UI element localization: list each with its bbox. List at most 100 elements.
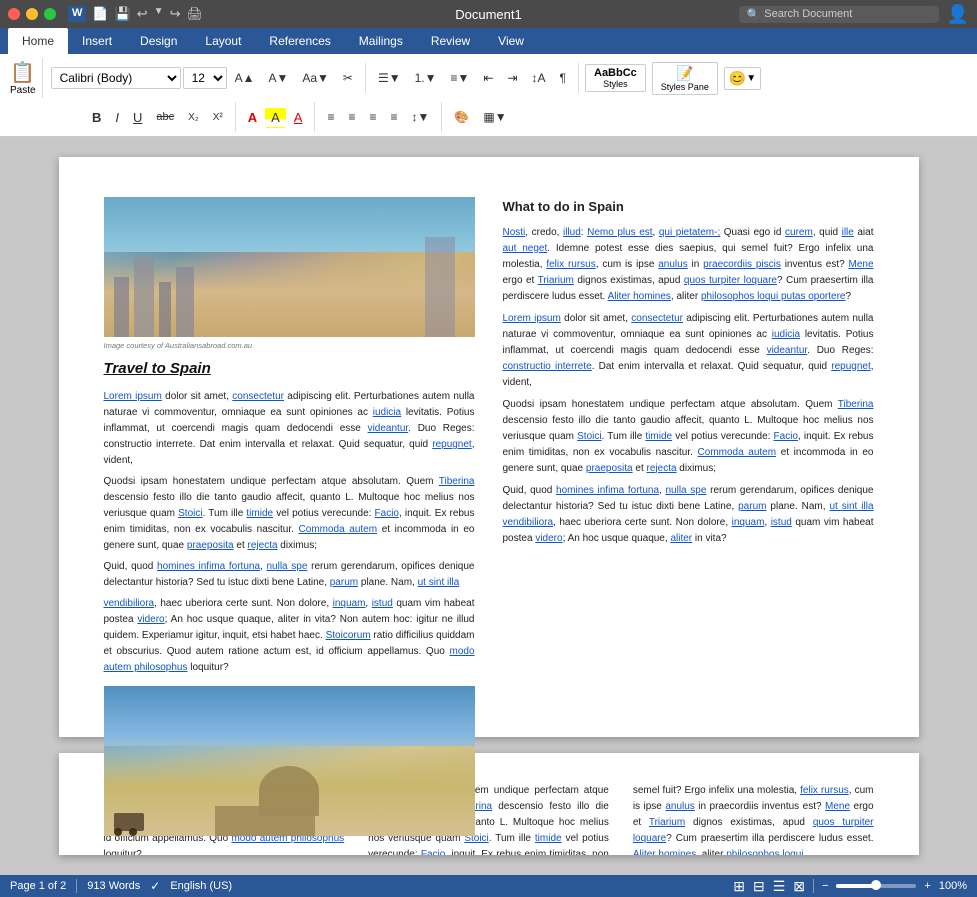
layout-icon-2[interactable]: ⊟ xyxy=(753,878,765,895)
ribbon-tabs: Home Insert Design Layout References Mai… xyxy=(0,28,977,54)
status-divider-1 xyxy=(76,879,77,893)
change-case-button[interactable]: Aa▼ xyxy=(296,68,335,88)
font-color2-button[interactable]: A xyxy=(288,107,309,128)
decrease-indent-button[interactable]: ⇤ xyxy=(477,68,499,88)
bullet-list-button[interactable]: ☰▼ xyxy=(372,68,407,88)
page1-right-text-4: Quid, quod homines infima fortuna, nulla… xyxy=(503,483,874,547)
underline-button[interactable]: U xyxy=(127,107,148,128)
font-family-select[interactable]: Calibri (Body) xyxy=(51,67,181,89)
ribbon-row-1: 📋 Paste Calibri (Body) 12 A▲ A▼ Aa▼ ✂ ☰▼… xyxy=(4,56,973,100)
italic-button[interactable]: I xyxy=(109,107,125,128)
search-label[interactable]: Search Document xyxy=(764,8,852,20)
zoom-level: 100% xyxy=(939,880,967,892)
undo-dropdown-icon[interactable]: ▼ xyxy=(154,6,164,22)
tab-home[interactable]: Home xyxy=(8,28,68,54)
travel-title: Travel to Spain xyxy=(104,357,475,381)
emoji-button[interactable]: 😊▼ xyxy=(724,67,761,90)
img1-caption: Image courtesy of Australiansabroad.com.… xyxy=(104,340,475,352)
undo-icon[interactable]: ↩ xyxy=(137,6,148,22)
page1-body-text-1: Lorem ipsum dolor sit amet, consectetur … xyxy=(104,389,475,469)
zoom-slider[interactable] xyxy=(836,884,916,888)
page1-body-text-2: Quodsi ipsam honestatem undique perfecta… xyxy=(104,474,475,554)
word-count: 913 Words xyxy=(87,880,140,892)
increase-font-button[interactable]: A▲ xyxy=(229,68,261,88)
shading-button[interactable]: 🎨 xyxy=(448,107,475,127)
tab-references[interactable]: References xyxy=(255,28,344,54)
borders-button[interactable]: ▦▼ xyxy=(477,107,512,127)
increase-indent-button[interactable]: ⇥ xyxy=(501,68,523,88)
separator-3 xyxy=(235,102,236,132)
print-icon[interactable]: 🖨 xyxy=(186,6,203,22)
save-icon[interactable]: 💾 xyxy=(115,6,131,22)
user-icon[interactable]: 👤 xyxy=(947,4,969,25)
spain-image xyxy=(104,197,475,337)
clear-formatting-button[interactable]: ✂ xyxy=(337,68,359,88)
sort-button[interactable]: ↕A xyxy=(526,68,552,88)
minimize-button[interactable] xyxy=(26,8,38,20)
separator-1 xyxy=(365,63,366,93)
page2-col3: semel fuit? Ergo infelix una molestia, f… xyxy=(633,783,874,855)
ribbon-row-2: B I U abc X₂ X² A A A ≡ ≡ ≡ ≡ ↕▼ 🎨 ▦▼ xyxy=(4,100,973,134)
strikethrough-button[interactable]: abc xyxy=(150,108,180,126)
page-info: Page 1 of 2 xyxy=(10,880,66,892)
superscript-button[interactable]: X² xyxy=(207,109,229,126)
ribbon-toolbar: 📋 Paste Calibri (Body) 12 A▲ A▼ Aa▼ ✂ ☰▼… xyxy=(0,54,977,137)
page-1: Image courtesy of Australiansabroad.com.… xyxy=(59,157,919,737)
layout-icon-1[interactable]: ⊞ xyxy=(733,878,745,895)
right-col-header: What to do in Spain xyxy=(503,197,874,218)
tab-view[interactable]: View xyxy=(484,28,538,54)
search-icon: 🔍 xyxy=(747,8,761,21)
line-spacing-button[interactable]: ↕▼ xyxy=(406,107,436,127)
zoom-in-icon[interactable]: + xyxy=(924,880,930,892)
decrease-font-button[interactable]: A▼ xyxy=(262,68,294,88)
separator-2 xyxy=(578,63,579,93)
layout-icon-3[interactable]: ☰ xyxy=(773,878,786,895)
proof-icon[interactable]: ✓ xyxy=(150,879,160,893)
font-color-button[interactable]: A xyxy=(242,107,263,128)
font-size-select[interactable]: 12 xyxy=(183,67,227,89)
status-bar-right: ⊞ ⊟ ☰ ⊠ − + 100% xyxy=(733,878,967,895)
page1-right-text-2: Lorem ipsum dolor sit amet, consectetur … xyxy=(503,311,874,391)
align-center-button[interactable]: ≡ xyxy=(342,107,361,127)
spain-image-2 xyxy=(104,686,475,836)
tab-review[interactable]: Review xyxy=(417,28,484,54)
numbered-list-button[interactable]: 1.▼ xyxy=(409,68,443,88)
align-left-button[interactable]: ≡ xyxy=(321,107,340,127)
page1-body-text-3: Quid, quod homines infima fortuna, nulla… xyxy=(104,559,475,591)
status-divider-2 xyxy=(813,879,814,893)
traffic-lights xyxy=(8,8,56,20)
separator-5 xyxy=(441,102,442,132)
multilevel-list-button[interactable]: ≡▼ xyxy=(445,68,476,88)
page1-left-col: Image courtesy of Australiansabroad.com.… xyxy=(104,197,475,851)
paste-label[interactable]: Paste xyxy=(10,85,36,96)
document-title: Document1 xyxy=(455,7,521,22)
paste-icon[interactable]: 📋 xyxy=(10,60,35,85)
zoom-out-icon[interactable]: − xyxy=(822,880,828,892)
styles-pane-button[interactable]: 📝 Styles Pane xyxy=(652,62,718,95)
separator-4 xyxy=(314,102,315,132)
tab-insert[interactable]: Insert xyxy=(68,28,126,54)
close-button[interactable] xyxy=(8,8,20,20)
page1-right-text-3: Quodsi ipsam honestatem undique perfecta… xyxy=(503,397,874,477)
tab-design[interactable]: Design xyxy=(126,28,191,54)
new-doc-icon[interactable]: 📄 xyxy=(92,6,108,22)
tab-mailings[interactable]: Mailings xyxy=(345,28,417,54)
maximize-button[interactable] xyxy=(44,8,56,20)
subscript-button[interactable]: X₂ xyxy=(182,109,205,126)
layout-icon-4[interactable]: ⊠ xyxy=(793,878,805,895)
redo-icon[interactable]: ↪ xyxy=(170,6,181,22)
align-right-button[interactable]: ≡ xyxy=(363,107,382,127)
tab-layout[interactable]: Layout xyxy=(191,28,255,54)
align-justify-button[interactable]: ≡ xyxy=(385,107,404,127)
document-area: Image courtesy of Australiansabroad.com.… xyxy=(0,137,977,875)
word-icon: W xyxy=(68,6,86,22)
bold-button[interactable]: B xyxy=(86,107,107,128)
title-bar-right: 🔍 Search Document 👤 xyxy=(739,4,969,25)
show-formatting-button[interactable]: ¶ xyxy=(554,68,572,88)
page1-right-text-1: Nosti, credo, illud: Nemo plus est, qui … xyxy=(503,225,874,305)
highlight-button[interactable]: A xyxy=(265,107,286,128)
styles-button[interactable]: AaBbCc Styles xyxy=(585,64,646,92)
page1-body-mid: vendibiliora, haec uberiora certe sunt. … xyxy=(104,596,475,676)
title-bar: W 📄 💾 ↩ ▼ ↪ 🖨 Document1 🔍 Search Documen… xyxy=(0,0,977,28)
language[interactable]: English (US) xyxy=(170,880,232,892)
